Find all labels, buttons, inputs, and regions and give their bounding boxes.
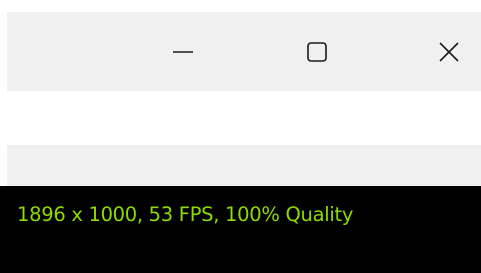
window-edge bbox=[0, 0, 7, 186]
close-button[interactable] bbox=[414, 12, 481, 91]
minimize-button[interactable] bbox=[148, 12, 218, 91]
maximize-icon bbox=[307, 41, 327, 62]
performance-stats-overlay: 1896 x 1000, 53 FPS, 100% Quality bbox=[17, 203, 354, 226]
minimize-icon bbox=[173, 50, 193, 53]
close-icon bbox=[439, 41, 459, 62]
render-viewport[interactable]: 1896 x 1000, 53 FPS, 100% Quality bbox=[0, 186, 481, 273]
window-content-area bbox=[7, 91, 481, 145]
toolbar-strip bbox=[7, 145, 481, 186]
title-bar[interactable] bbox=[7, 12, 481, 91]
maximize-button[interactable] bbox=[282, 12, 352, 91]
app-window: 1896 x 1000, 53 FPS, 100% Quality bbox=[0, 0, 481, 273]
